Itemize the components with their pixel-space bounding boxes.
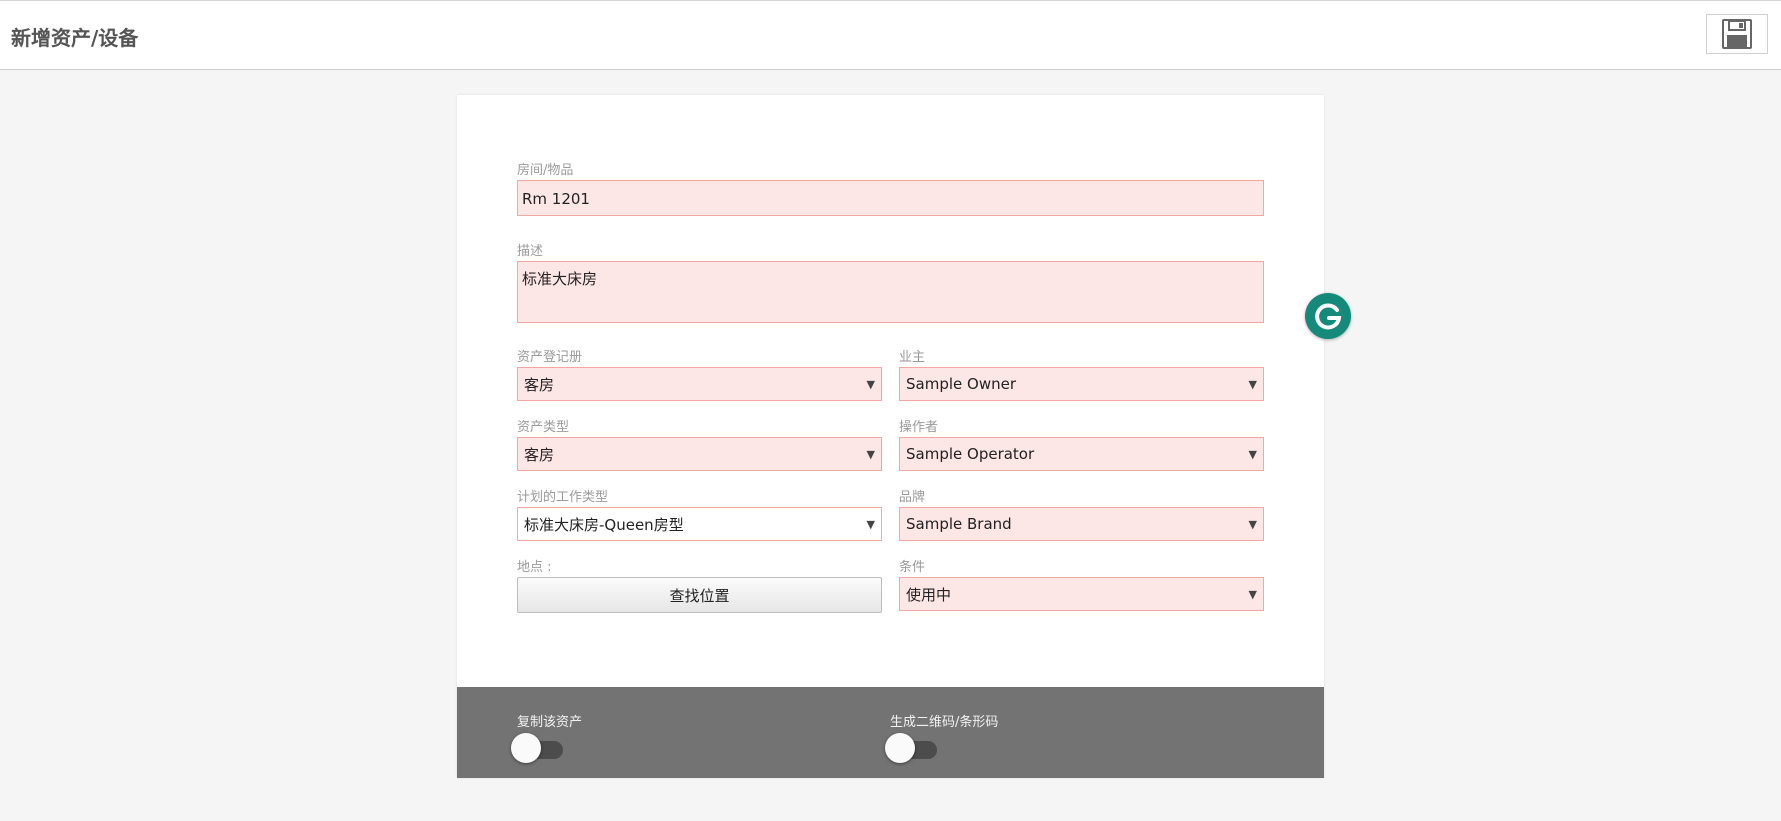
brand-select[interactable]: Sample Brand ▼ xyxy=(899,507,1264,541)
chevron-down-icon: ▼ xyxy=(866,447,875,461)
save-button[interactable] xyxy=(1706,14,1768,54)
description-textarea[interactable]: 标准大床房 xyxy=(517,261,1264,323)
planned-work-type-select[interactable]: 标准大床房-Queen房型 ▼ xyxy=(517,507,882,541)
asset-type-value: 客房 xyxy=(524,445,555,464)
brand-value: Sample Brand xyxy=(906,515,1012,533)
generate-code-label: 生成二维码/条形码 xyxy=(890,715,999,730)
condition-label: 条件 xyxy=(899,560,926,575)
find-location-button[interactable]: 查找位置 xyxy=(517,577,882,613)
toggle-knob xyxy=(511,733,541,763)
asset-register-value: 客房 xyxy=(524,375,555,394)
owner-label: 业主 xyxy=(899,350,926,365)
form-footer: 复制该资产 生成二维码/条形码 xyxy=(457,687,1324,778)
owner-value: Sample Owner xyxy=(906,375,1016,393)
grammarly-icon[interactable] xyxy=(1305,293,1351,339)
asset-type-select[interactable]: 客房 ▼ xyxy=(517,437,882,471)
room-input[interactable]: Rm 1201 xyxy=(517,180,1264,216)
asset-type-label: 资产类型 xyxy=(517,420,570,435)
planned-work-type-label: 计划的工作类型 xyxy=(517,490,609,505)
copy-asset-toggle[interactable] xyxy=(511,733,567,763)
owner-select[interactable]: Sample Owner ▼ xyxy=(899,367,1264,401)
toggle-knob xyxy=(885,733,915,763)
condition-value: 使用中 xyxy=(906,585,952,604)
top-bar: 新增资产/设备 xyxy=(0,0,1781,70)
room-label: 房间/物品 xyxy=(517,163,574,178)
generate-code-toggle[interactable] xyxy=(885,733,941,763)
description-label: 描述 xyxy=(517,244,544,259)
asset-form-card: 房间/物品 Rm 1201 描述 标准大床房 资产登记册 客房 ▼ 业主 Sam… xyxy=(457,95,1324,778)
chevron-down-icon: ▼ xyxy=(1248,447,1257,461)
save-icon xyxy=(1722,19,1752,49)
planned-work-type-value: 标准大床房-Queen房型 xyxy=(524,515,684,534)
page-title: 新增资产/设备 xyxy=(11,26,139,50)
chevron-down-icon: ▼ xyxy=(1248,377,1257,391)
grammarly-g-icon xyxy=(1315,303,1342,330)
operator-value: Sample Operator xyxy=(906,445,1035,463)
copy-asset-label: 复制该资产 xyxy=(517,715,583,730)
chevron-down-icon: ▼ xyxy=(866,377,875,391)
asset-register-select[interactable]: 客房 ▼ xyxy=(517,367,882,401)
operator-select[interactable]: Sample Operator ▼ xyxy=(899,437,1264,471)
condition-select[interactable]: 使用中 ▼ xyxy=(899,577,1264,611)
top-strip xyxy=(0,0,1781,3)
asset-register-label: 资产登记册 xyxy=(517,350,583,365)
chevron-down-icon: ▼ xyxy=(1248,517,1257,531)
operator-label: 操作者 xyxy=(899,420,939,435)
chevron-down-icon: ▼ xyxy=(1248,587,1257,601)
chevron-down-icon: ▼ xyxy=(866,517,875,531)
brand-label: 品牌 xyxy=(899,490,926,505)
location-label: 地点 : xyxy=(517,560,552,575)
